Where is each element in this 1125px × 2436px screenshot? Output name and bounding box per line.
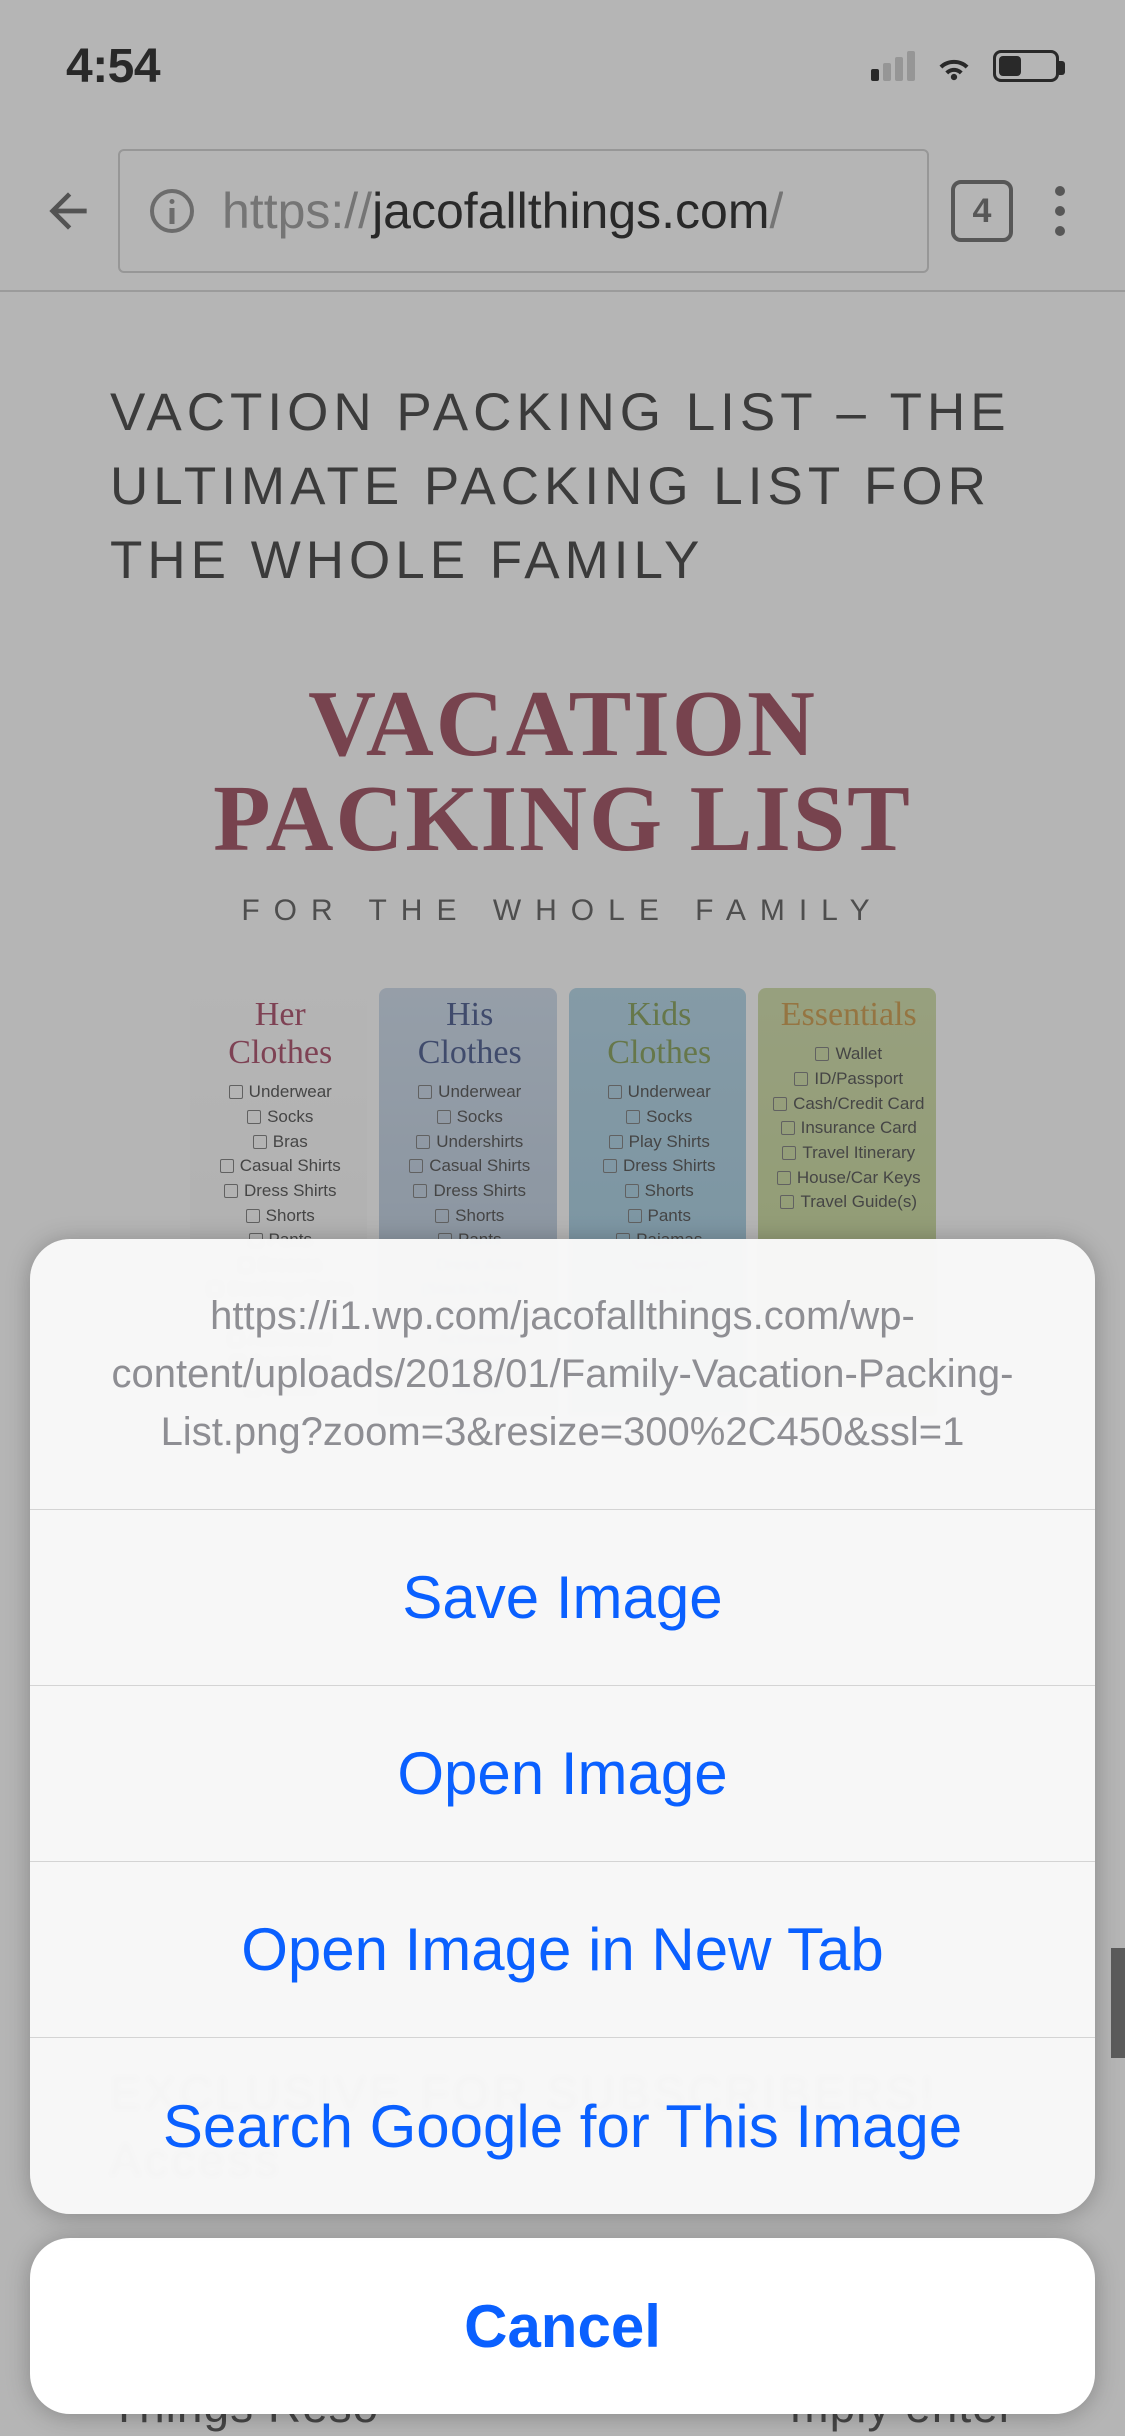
cancel-button[interactable]: Cancel bbox=[30, 2238, 1095, 2414]
save-image-button[interactable]: Save Image bbox=[30, 1510, 1095, 1686]
sheet-url-text: https://i1.wp.com/jacofallthings.com/wp-… bbox=[70, 1287, 1055, 1461]
open-image-new-tab-button[interactable]: Open Image in New Tab bbox=[30, 1862, 1095, 2038]
search-google-image-button[interactable]: Search Google for This Image bbox=[30, 2038, 1095, 2214]
sheet-header: https://i1.wp.com/jacofallthings.com/wp-… bbox=[30, 1239, 1095, 1510]
open-image-button[interactable]: Open Image bbox=[30, 1686, 1095, 1862]
action-sheet: https://i1.wp.com/jacofallthings.com/wp-… bbox=[30, 1239, 1095, 2414]
action-sheet-card: https://i1.wp.com/jacofallthings.com/wp-… bbox=[30, 1239, 1095, 2214]
